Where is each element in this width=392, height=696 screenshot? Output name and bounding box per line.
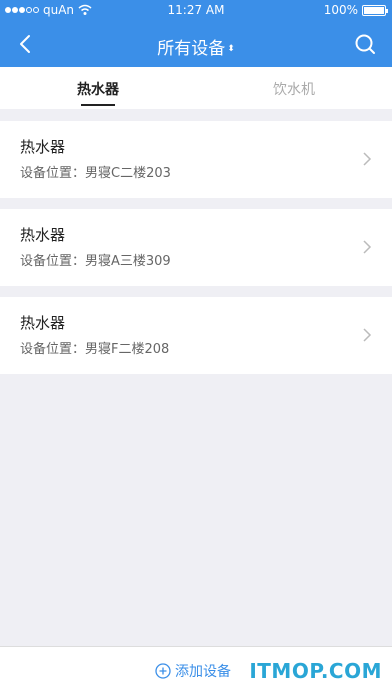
watermark-logo: ITMOP.COM [249, 659, 382, 683]
device-location: 设备位置：男寝C二楼203 [20, 166, 171, 181]
battery-icon [362, 4, 388, 16]
tab-label: 饮水机 [273, 82, 315, 98]
plus-circle-icon [155, 663, 171, 679]
device-location: 设备位置：男寝A三楼309 [20, 254, 171, 269]
status-bar: quAn 11:27 AM 100% [0, 0, 392, 22]
add-device-button[interactable]: 添加设备 [155, 661, 231, 681]
device-list: 热水器 设备位置：男寝C二楼203 热水器 设备位置：男寝A三楼309 热水器 … [0, 121, 392, 385]
device-list-item[interactable]: 热水器 设备位置：男寝C二楼203 [0, 121, 392, 198]
device-name: 热水器 [20, 138, 66, 156]
device-list-item[interactable]: 热水器 设备位置：男寝F二楼208 [0, 297, 392, 374]
add-device-label: 添加设备 [175, 664, 231, 680]
device-location: 设备位置：男寝F二楼208 [20, 342, 170, 357]
chevron-right-icon [363, 240, 372, 254]
bottom-bar: 添加设备 ITMOP.COM [0, 646, 392, 696]
page-title[interactable]: 所有设备 ⬍ [0, 34, 392, 59]
page-title-text: 所有设备 [157, 39, 226, 59]
device-tabs: 热水器 饮水机 [0, 67, 392, 109]
sort-icon: ⬍ [227, 44, 235, 54]
device-name: 热水器 [20, 314, 66, 332]
tab-water-dispenser[interactable]: 饮水机 [196, 67, 392, 109]
device-name: 热水器 [20, 226, 66, 244]
tab-label: 热水器 [77, 82, 119, 98]
search-icon[interactable] [354, 33, 376, 55]
active-tab-indicator [81, 104, 115, 106]
status-right: 100% [323, 3, 388, 17]
battery-percent: 100% [323, 3, 358, 17]
device-list-item[interactable]: 热水器 设备位置：男寝A三楼309 [0, 209, 392, 286]
nav-bar: 所有设备 ⬍ [0, 22, 392, 67]
chevron-right-icon [363, 328, 372, 342]
chevron-right-icon [363, 152, 372, 166]
tab-water-heater[interactable]: 热水器 [0, 67, 196, 109]
